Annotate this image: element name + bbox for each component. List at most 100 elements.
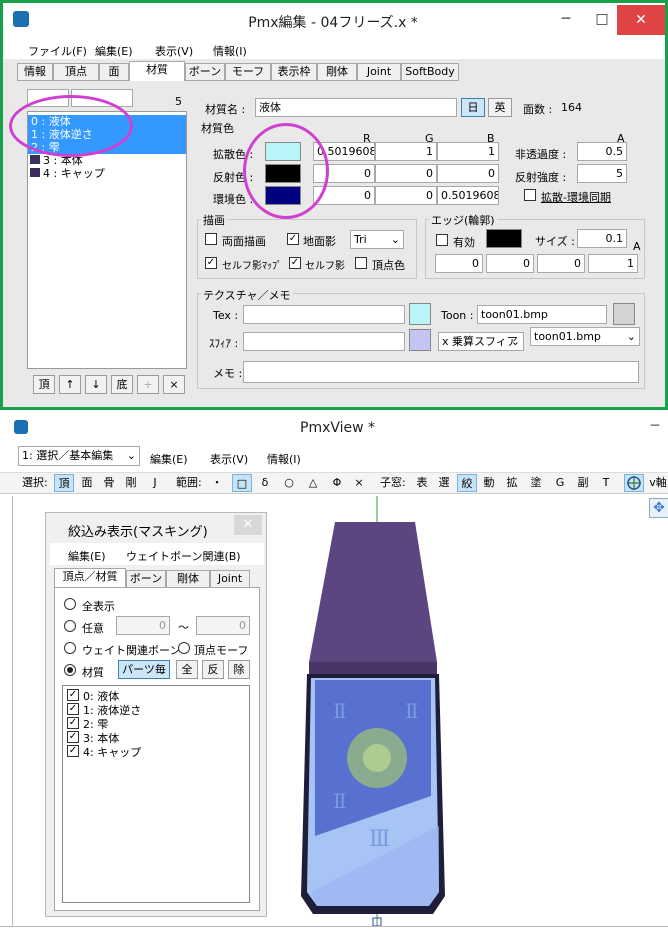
all-button[interactable]: 全 <box>176 660 198 679</box>
draw-mode-select[interactable]: Tri ⌄ <box>350 230 404 249</box>
opt-material-radio[interactable] <box>64 664 76 676</box>
move-up-button[interactable]: ↑ <box>59 375 81 394</box>
dialog-tab-vertex-material[interactable]: 頂点／材質 <box>54 568 126 588</box>
tb-child-table[interactable]: 表 <box>414 474 430 492</box>
remove-button[interactable]: 除 <box>228 660 250 679</box>
tb-child-filter[interactable]: 絞 <box>457 474 477 492</box>
tab-softbody[interactable]: SoftBody <box>401 63 459 81</box>
move-top-button[interactable]: 頂 <box>33 375 55 394</box>
lang-en-button[interactable]: 英 <box>488 98 512 117</box>
tab-face[interactable]: 面 <box>99 63 129 81</box>
opt-any-from[interactable]: 0 <box>116 616 170 635</box>
move-bottom-button[interactable]: 底 <box>111 375 133 394</box>
tab-bone[interactable]: ボーン <box>185 63 225 81</box>
maximize-icon[interactable]: □ <box>585 7 619 31</box>
edge-color-swatch[interactable] <box>486 229 522 248</box>
dialog-tab-joint[interactable]: Joint <box>210 570 250 588</box>
parts-button[interactable]: パーツ毎 <box>118 660 170 679</box>
menu-view[interactable]: 表示(V) <box>155 43 193 59</box>
sync-checkbox[interactable] <box>524 189 536 201</box>
self-shadow-map-checkbox[interactable]: ✓ <box>205 257 217 269</box>
viewer-menu-edit[interactable]: 編集(E) <box>150 451 188 467</box>
lang-jp-button[interactable]: 日 <box>461 98 485 117</box>
specular-b[interactable]: 0 <box>437 164 499 183</box>
spec-power-field[interactable]: 5 <box>577 164 627 183</box>
tb-select-vertex[interactable]: 頂 <box>54 474 74 492</box>
opt-any-radio[interactable] <box>64 620 76 632</box>
opacity-field[interactable]: 0.5 <box>577 142 627 161</box>
list-item[interactable]: 4 : キャップ <box>28 167 186 180</box>
tb-select-bone[interactable]: 骨 <box>100 474 118 492</box>
memo-field[interactable] <box>243 361 639 383</box>
toon-field[interactable]: toon01.bmp <box>477 305 607 324</box>
double-sided-checkbox[interactable] <box>205 233 217 245</box>
material-checkbox[interactable]: ✓ <box>67 745 79 757</box>
tb-range-delta[interactable]: δ <box>256 474 274 492</box>
toon-color-swatch[interactable] <box>613 303 635 325</box>
vertex-color-checkbox[interactable] <box>355 257 367 269</box>
tb-child-paint[interactable]: 塗 <box>528 474 544 492</box>
edge-g[interactable]: 0 <box>486 254 534 273</box>
edge-a[interactable]: 1 <box>588 254 638 273</box>
opt-any-to[interactable]: 0 <box>196 616 250 635</box>
tb-child-sub[interactable]: 副 <box>575 474 591 492</box>
dialog-menu-weight[interactable]: ウェイトボーン関連(B) <box>126 548 241 564</box>
tb-child-move[interactable]: 動 <box>481 474 497 492</box>
tb-child-scale[interactable]: 拡 <box>504 474 520 492</box>
tab-morph[interactable]: モーフ <box>225 63 271 81</box>
target-icon[interactable] <box>624 474 644 492</box>
material-name-field[interactable]: 液体 <box>255 98 457 117</box>
material-checkbox[interactable]: ✓ <box>67 689 79 701</box>
tab-display-frame[interactable]: 表示枠 <box>271 63 317 81</box>
close-icon[interactable]: ✕ <box>617 5 665 35</box>
invert-button[interactable]: 反 <box>202 660 224 679</box>
tex-field[interactable] <box>243 305 405 324</box>
dialog-menu-edit[interactable]: 編集(E) <box>68 548 106 564</box>
menu-edit[interactable]: 編集(E) <box>95 43 133 59</box>
list-item[interactable]: 3 : 本体 <box>28 154 186 167</box>
ambient-g[interactable]: 0 <box>375 186 437 205</box>
ambient-b[interactable]: 0.5019608 <box>437 186 499 205</box>
opt-vmorph-radio[interactable] <box>178 642 190 654</box>
specular-g[interactable]: 0 <box>375 164 437 183</box>
dialog-tab-rigid[interactable]: 剛体 <box>166 570 210 588</box>
delete-button[interactable]: × <box>163 375 185 394</box>
tex-color-swatch[interactable] <box>409 303 431 325</box>
sphere-color-swatch[interactable] <box>409 329 431 351</box>
tb-select-joint[interactable]: J <box>146 474 164 492</box>
tb-range-clear[interactable]: × <box>350 474 368 492</box>
diffuse-g[interactable]: 1 <box>375 142 437 161</box>
material-checkbox[interactable]: ✓ <box>67 703 79 715</box>
viewer-menu-info[interactable]: 情報(I) <box>267 451 301 467</box>
minimize-icon[interactable]: ─ <box>642 414 668 438</box>
material-checkbox[interactable]: ✓ <box>67 717 79 729</box>
sphere-mode-select[interactable]: x 乗算スフィア ⌄ <box>438 332 524 351</box>
tb-range-circle[interactable]: ○ <box>280 474 298 492</box>
ground-shadow-checkbox[interactable]: ✓ <box>287 233 299 245</box>
close-icon[interactable]: ✕ <box>234 515 262 535</box>
move-icon[interactable]: ✥ <box>649 498 668 518</box>
dialog-tab-bone[interactable]: ボーン <box>126 570 166 588</box>
tab-rigidbody[interactable]: 剛体 <box>317 63 357 81</box>
tab-info[interactable]: 情報 <box>17 63 53 81</box>
minimize-icon[interactable]: ─ <box>549 7 583 31</box>
add-button[interactable]: + <box>137 375 159 394</box>
tab-joint[interactable]: Joint <box>357 63 401 81</box>
tb-child-t[interactable]: T <box>598 474 614 492</box>
tb-range-point[interactable]: ・ <box>208 474 226 492</box>
menu-info[interactable]: 情報(I) <box>213 43 247 59</box>
move-down-button[interactable]: ↓ <box>85 375 107 394</box>
tb-range-phi[interactable]: Φ <box>328 474 346 492</box>
dialog-material-list[interactable]: ✓ 0: 液体 ✓ 1: 液体逆さ ✓ 2: 雫 ✓ 3: 本体 ✓ 4: キャ… <box>62 685 250 903</box>
tb-axis[interactable]: v軸 <box>648 474 668 492</box>
self-shadow-checkbox[interactable]: ✓ <box>289 257 301 269</box>
edge-enable-checkbox[interactable] <box>436 234 448 246</box>
sphere-field[interactable] <box>243 332 405 351</box>
edge-b[interactable]: 0 <box>537 254 585 273</box>
viewer-menu-view[interactable]: 表示(V) <box>210 451 248 467</box>
menu-file[interactable]: ファイル(F) <box>28 43 87 59</box>
tab-vertex[interactable]: 頂点 <box>53 63 99 81</box>
tb-child-select[interactable]: 選 <box>436 474 452 492</box>
tab-material[interactable]: 材質 <box>129 61 185 81</box>
diffuse-b[interactable]: 1 <box>437 142 499 161</box>
